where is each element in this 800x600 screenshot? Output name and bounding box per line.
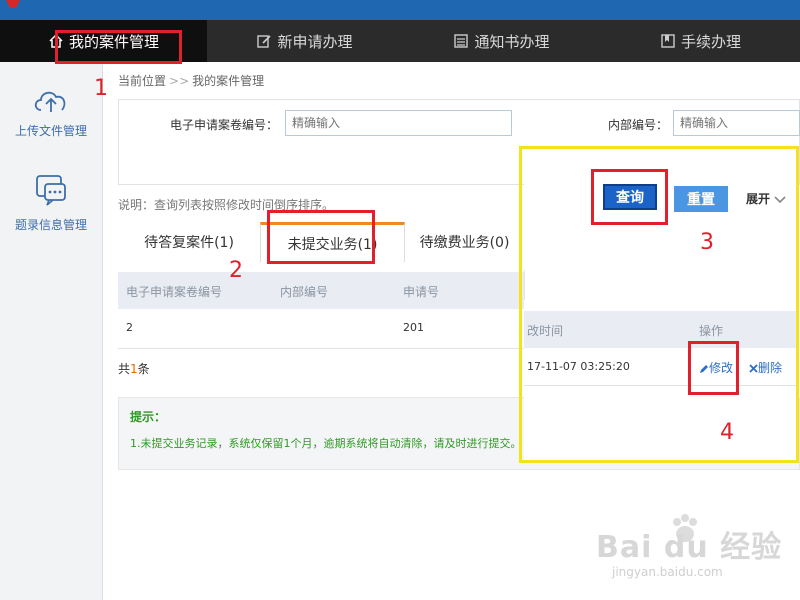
total-count: 共1条 <box>118 360 150 377</box>
document-icon <box>454 34 469 48</box>
nav-new-application-label: 新申请办理 <box>277 32 353 51</box>
redaction-mask <box>136 319 186 341</box>
total-number: 1 <box>130 362 138 376</box>
nav-notices-label: 通知书办理 <box>474 32 550 51</box>
annotation-label-1: 1 <box>94 76 108 101</box>
cloud-upload-icon <box>34 91 66 112</box>
top-header-strip <box>0 0 800 20</box>
watermark: Bai du 经验 <box>596 530 783 565</box>
case-no-input[interactable] <box>285 110 512 136</box>
breadcrumb-prefix: 当前位置 <box>118 74 167 88</box>
annotation-box-4 <box>688 341 739 395</box>
breadcrumb-separator: >> <box>169 74 190 88</box>
annotation-box-2 <box>267 210 375 264</box>
tip-text: 1.未提交业务记录，系统仅保留1个月，逾期系统将自动清除，请及时进行提交。 <box>130 437 522 450</box>
bookmark-icon <box>661 34 675 48</box>
breadcrumb-current[interactable]: 我的案件管理 <box>192 74 264 88</box>
table-row[interactable]: 2 2017 <box>118 309 524 349</box>
internal-no-input[interactable] <box>673 110 800 136</box>
sidebar-item-upload[interactable]: 上传文件管理 <box>0 84 102 139</box>
annotation-label-3: 3 <box>700 230 714 255</box>
nav-procedures[interactable]: 手续办理 <box>601 20 800 62</box>
breadcrumb: 当前位置 >> 我的案件管理 <box>118 72 264 89</box>
total-prefix: 共 <box>118 362 131 376</box>
tip-title: 提示： <box>130 410 167 424</box>
table-header: 电子申请案卷编号 内部编号 申请号 <box>118 272 524 309</box>
sidebar-item-bibliographic[interactable]: 题录信息管理 <box>0 172 102 233</box>
annotation-label-2: 2 <box>229 258 243 283</box>
chat-icon <box>36 175 66 206</box>
case-no-label: 电子申请案卷编号： <box>170 118 279 132</box>
nav-new-application[interactable]: 新申请办理 <box>207 20 402 62</box>
tab-pending-reply[interactable]: 待答复案件(1) <box>118 222 260 262</box>
total-suffix: 条 <box>137 362 150 376</box>
sidebar-item-bibliographic-label: 题录信息管理 <box>14 218 87 232</box>
annotation-box-1 <box>55 30 182 64</box>
tab-pending-fees[interactable]: 待缴费业务(0) <box>405 222 524 262</box>
col-case-no: 电子申请案卷编号 <box>126 285 223 299</box>
col-internal-no: 内部编号 <box>280 285 329 299</box>
annotation-box-3 <box>591 169 668 225</box>
nav-notices[interactable]: 通知书办理 <box>402 20 601 62</box>
annotation-label-4: 4 <box>720 420 734 445</box>
sidebar-item-upload-label: 上传文件管理 <box>14 124 87 138</box>
sidebar: 上传文件管理 题录信息管理 <box>0 62 103 600</box>
watermark-url: jingyan.baidu.com <box>612 565 723 579</box>
internal-no-label: 内部编号： <box>608 118 669 132</box>
nav-procedures-label: 手续办理 <box>680 32 741 51</box>
cell-case-no: 2 <box>126 321 133 334</box>
logo-icon <box>6 0 20 8</box>
col-app-no: 申请号 <box>403 285 440 299</box>
redaction-mask <box>425 315 483 345</box>
edit-icon <box>257 35 272 48</box>
